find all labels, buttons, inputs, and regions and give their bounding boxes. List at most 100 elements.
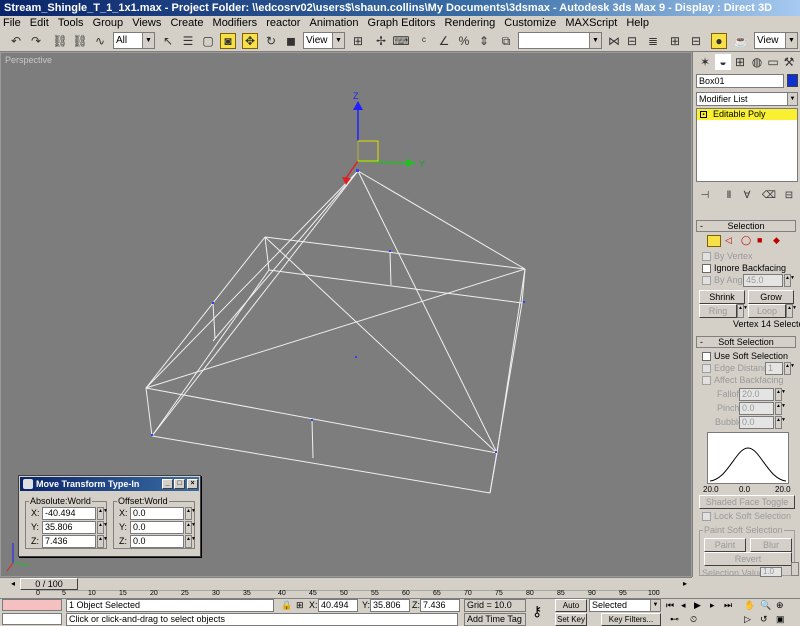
loop-spinner[interactable]: ▲▼ <box>786 304 797 318</box>
abs-z-spinner[interactable]: ▲▼ <box>97 535 108 548</box>
add-time-tag-button[interactable]: Add Time Tag <box>464 613 526 626</box>
abs-y-field[interactable]: 35.806 <box>42 521 96 534</box>
abs-x-spinner[interactable]: ▲▼ <box>97 507 108 520</box>
bind-space-warp-icon[interactable]: ∿ <box>92 33 108 49</box>
loop-button[interactable]: Loop <box>748 304 786 318</box>
move-gizmo[interactable]: Z Y <box>342 91 425 185</box>
reference-coordinate-dropdown[interactable]: View ▼ <box>303 32 345 49</box>
pivot-center-icon[interactable]: ⊞ <box>350 33 366 49</box>
bubble-field[interactable]: 0.0 <box>739 416 774 429</box>
mirror-icon[interactable]: ⋈ <box>606 33 622 49</box>
modify-tab-icon[interactable]: ◒ <box>715 54 731 70</box>
by-angle-spinner[interactable]: ▲▼ <box>784 274 795 287</box>
menu-file[interactable]: File <box>0 16 24 30</box>
curve-editor-icon[interactable]: ⊞ <box>667 33 683 49</box>
affect-backfacing-checkbox[interactable] <box>702 376 711 385</box>
by-vertex-checkbox[interactable] <box>702 252 711 261</box>
vertex-subobject-icon[interactable] <box>707 235 721 247</box>
maximize-viewport-icon[interactable]: ▣ <box>776 613 785 625</box>
ignore-backfacing-checkbox[interactable] <box>702 264 711 273</box>
maxscript-listener-mini[interactable] <box>2 599 62 611</box>
by-angle-checkbox[interactable] <box>702 276 711 285</box>
key-filters-button[interactable]: Key Filters... <box>601 613 661 626</box>
field-of-view-icon[interactable]: ▷ <box>744 613 751 625</box>
selection-filter-dropdown[interactable]: All ▼ <box>113 32 155 49</box>
falloff-spinner[interactable]: ▲▼ <box>775 388 786 401</box>
set-key-button[interactable]: Set Key <box>555 613 587 626</box>
dialog-title-bar[interactable]: Move Transform Type-In _ □ × <box>20 477 199 491</box>
ring-spinner[interactable]: ▲▼ <box>737 304 748 318</box>
ring-button[interactable]: Ring <box>699 304 737 318</box>
motion-tab-icon[interactable]: ◍ <box>749 54 765 70</box>
layer-manager-icon[interactable]: ≣ <box>645 33 661 49</box>
window-crossing-icon[interactable]: ◙ <box>220 33 236 49</box>
minimize-icon[interactable]: _ <box>162 479 173 489</box>
panel-scrollbar[interactable] <box>791 562 799 576</box>
go-to-end-icon[interactable]: ⏭ <box>724 599 732 611</box>
make-unique-icon[interactable]: ∀ <box>739 187 755 203</box>
polygon-subobject-icon[interactable]: ■ <box>757 235 762 246</box>
pin-stack-icon[interactable]: ⊣ <box>697 187 713 203</box>
falloff-field[interactable]: 20.0 <box>739 388 774 401</box>
modifier-list-dropdown[interactable]: Modifier List ▼ <box>696 92 798 106</box>
display-tab-icon[interactable]: ▭ <box>765 54 781 70</box>
select-object-icon[interactable]: ↖ <box>160 33 176 49</box>
shaded-face-toggle-button[interactable]: Shaded Face Toggle <box>699 495 795 509</box>
grow-button[interactable]: Grow <box>748 290 794 304</box>
element-subobject-icon[interactable]: ◆ <box>773 235 780 246</box>
menu-reactor[interactable]: reactor <box>263 16 303 30</box>
lock-soft-selection-checkbox[interactable] <box>702 512 711 521</box>
edge-distance-spinner[interactable]: ▲▼ <box>784 362 795 375</box>
select-and-rotate-icon[interactable]: ↻ <box>263 33 279 49</box>
align-icon[interactable]: ⊟ <box>624 33 640 49</box>
menu-graph-editors[interactable]: Graph Editors <box>365 16 439 30</box>
spinner-snap-icon[interactable]: ⇕ <box>476 33 492 49</box>
by-angle-field[interactable]: 45.0 <box>743 274 783 287</box>
selection-lock-icon[interactable]: 🔒 <box>281 599 292 611</box>
select-and-move-icon[interactable]: ✥ <box>242 33 258 49</box>
rectangular-selection-icon[interactable]: ▢ <box>200 33 216 49</box>
pinch-spinner[interactable]: ▲▼ <box>775 402 786 415</box>
select-by-name-icon[interactable]: ☰ <box>180 33 196 49</box>
schematic-view-icon[interactable]: ⊟ <box>688 33 704 49</box>
utilities-tab-icon[interactable]: ⚒ <box>781 54 797 70</box>
off-x-spinner[interactable]: ▲▼ <box>185 507 196 520</box>
select-and-link-icon[interactable]: ⛓ <box>52 33 68 49</box>
redo-icon[interactable]: ↷ <box>28 33 44 49</box>
bubble-spinner[interactable]: ▲▼ <box>775 416 786 429</box>
previous-frame-icon[interactable]: ◂ <box>681 599 686 611</box>
percent-snap-icon[interactable]: % <box>456 33 472 49</box>
border-subobject-icon[interactable]: ◯ <box>741 235 751 246</box>
off-z-spinner[interactable]: ▲▼ <box>185 535 196 548</box>
menu-tools[interactable]: Tools <box>55 16 87 30</box>
close-icon[interactable]: × <box>187 479 198 489</box>
menu-modifiers[interactable]: Modifiers <box>210 16 261 30</box>
zoom-icon[interactable]: 🔍 <box>760 599 771 611</box>
key-mode-icon[interactable]: ⊷ <box>670 613 679 625</box>
menu-rendering[interactable]: Rendering <box>441 16 498 30</box>
hierarchy-tab-icon[interactable]: ⊞ <box>732 54 748 70</box>
expand-icon[interactable]: ▪ <box>700 111 707 118</box>
absolute-mode-icon[interactable]: ⊞ <box>296 599 304 611</box>
menu-edit[interactable]: Edit <box>27 16 52 30</box>
x-coordinate-field[interactable]: 40.494 <box>318 599 358 612</box>
menu-maxscript[interactable]: MAXScript <box>562 16 620 30</box>
off-x-field[interactable]: 0.0 <box>130 507 184 520</box>
select-and-scale-icon[interactable]: ◼ <box>283 33 299 49</box>
track-bar[interactable]: 0 5 10 15 20 25 30 35 40 45 50 55 60 65 … <box>0 590 692 598</box>
remove-modifier-icon[interactable]: ⌫ <box>761 187 777 203</box>
edit-named-selection-icon[interactable]: ⧉ <box>498 33 514 49</box>
play-icon[interactable]: ▶ <box>694 599 701 611</box>
abs-z-field[interactable]: 7.436 <box>42 535 96 548</box>
selection-rollout-header[interactable]: - Selection <box>696 220 796 232</box>
off-y-spinner[interactable]: ▲▼ <box>185 521 196 534</box>
keyboard-shortcut-icon[interactable]: ⌨ <box>392 33 409 49</box>
angle-snap-icon[interactable]: ∠ <box>436 33 452 49</box>
time-configuration-icon[interactable]: ⏲ <box>690 613 697 625</box>
abs-y-spinner[interactable]: ▲▼ <box>97 521 108 534</box>
soft-selection-rollout-header[interactable]: - Soft Selection <box>696 336 796 348</box>
render-scene-icon[interactable]: ☕ <box>733 33 749 49</box>
next-frame-button-icon[interactable]: ▸ <box>710 599 715 611</box>
abs-x-field[interactable]: -40.494 <box>42 507 96 520</box>
undo-icon[interactable]: ↶ <box>8 33 24 49</box>
